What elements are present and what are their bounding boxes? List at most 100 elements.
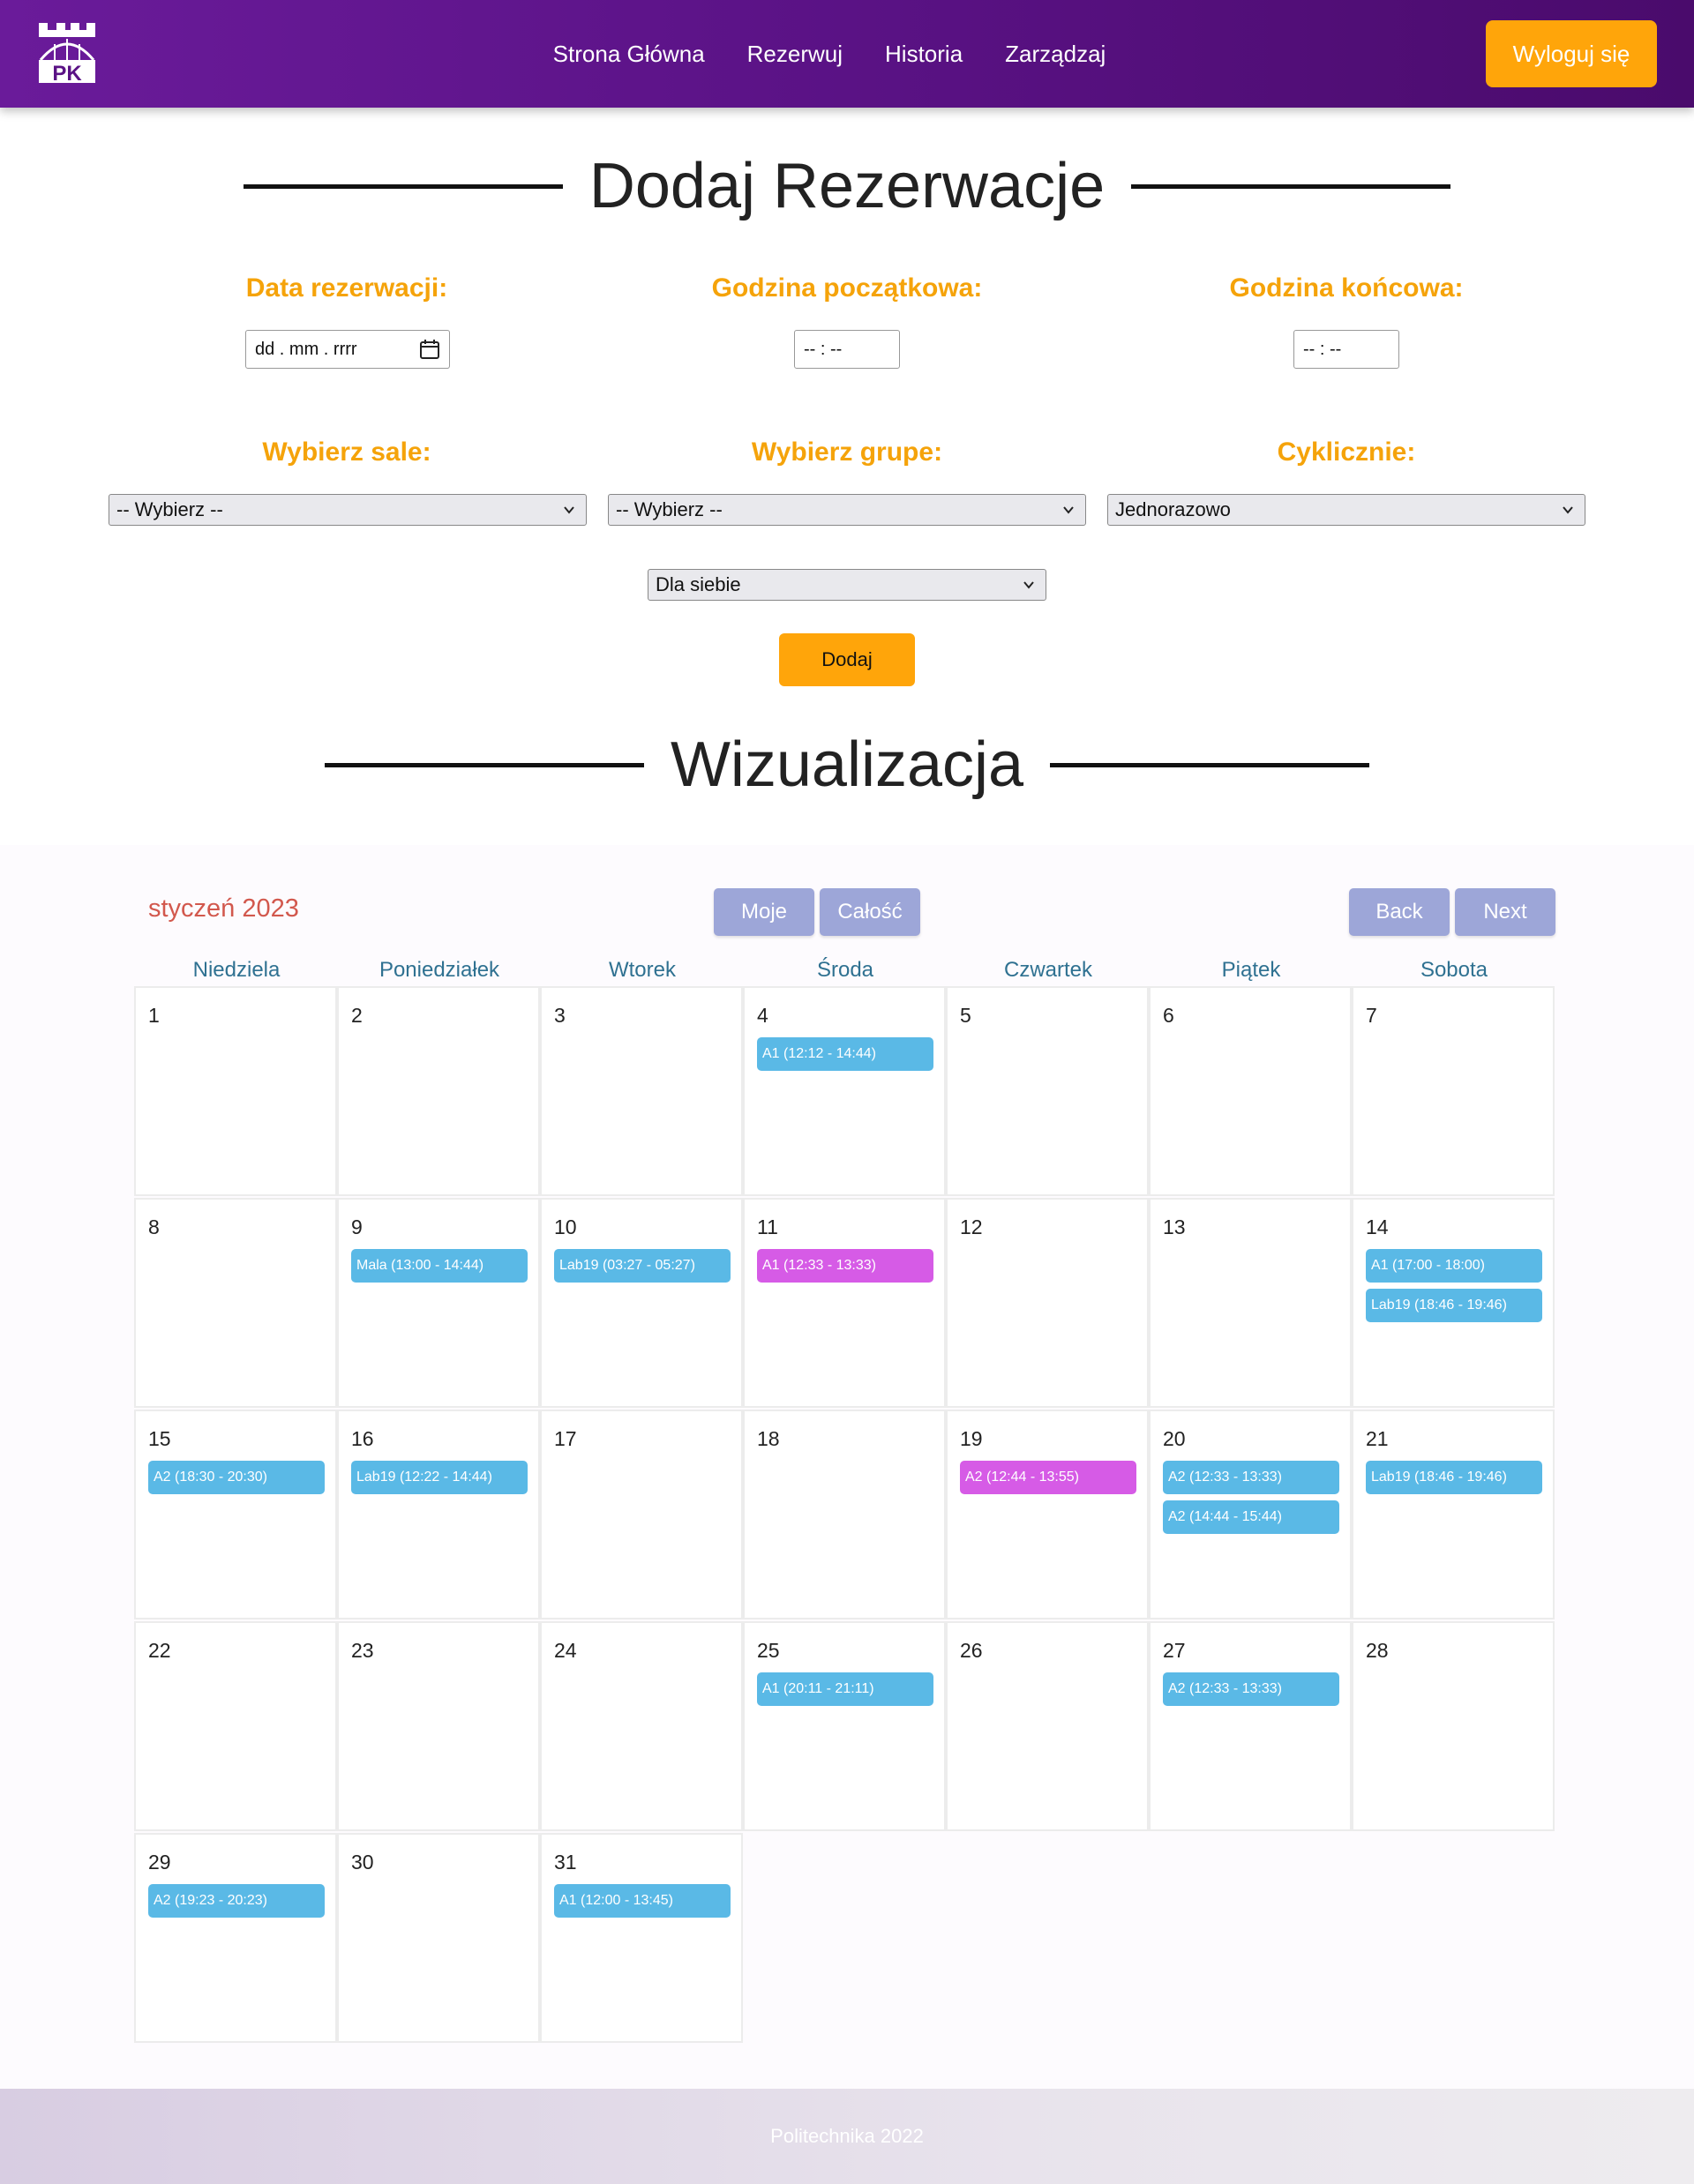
start-time-label: Godzina początkowa: [711,273,983,303]
start-time-input[interactable]: -- : -- [794,330,900,369]
weekday-header: Czwartek [1003,958,1093,982]
navbar: PK Strona Główna Rezerwuj Historia Zarzą… [0,0,1694,108]
calendar-day-cell[interactable]: 2 [337,986,540,1196]
calendar-event[interactable]: A1 (17:00 - 18:00) [1366,1249,1542,1283]
day-number: 11 [757,1215,778,1238]
date-input[interactable]: dd . mm . rrrr [245,330,450,369]
calendar-event[interactable]: A1 (12:12 - 14:44) [757,1037,933,1071]
filter-mine-button[interactable]: Moje [714,888,814,936]
calendar-day-cell[interactable]: 8 [134,1198,337,1408]
calendar-day-cell[interactable]: 31 A1 (12:00 - 13:45) [540,1833,743,2043]
filter-all-button[interactable]: Całość [820,888,920,936]
day-number: 5 [960,1004,971,1027]
calendar-day-cell[interactable]: 7 [1352,986,1555,1196]
day-number: 17 [554,1427,577,1450]
add-reservation-button[interactable]: Dodaj [779,633,915,686]
calendar-day-cell[interactable]: 6 [1149,986,1352,1196]
day-number: 10 [554,1215,577,1238]
logout-button[interactable]: Wyloguj się [1486,20,1657,87]
calendar-event[interactable]: Lab19 (03:27 - 05:27) [554,1249,731,1283]
calendar-day-cell[interactable]: 1 [134,986,337,1196]
calendar-day-cell[interactable]: 16 Lab19 (12:22 - 14:44) [337,1410,540,1619]
nav-link-manage[interactable]: Zarządzaj [1005,41,1106,68]
calendar-day-cell[interactable]: 20 A2 (12:33 - 13:33) A2 (14:44 - 15:44) [1149,1410,1352,1619]
day-number: 3 [554,1004,566,1027]
calendar-day-cell[interactable]: 4 A1 (12:12 - 14:44) [743,986,946,1196]
form-section-title: Dodaj Rezerwacje [0,150,1694,222]
day-number: 7 [1366,1004,1377,1027]
footer-text: Politechnika 2022 [770,2125,924,2147]
calendar-event[interactable]: Mala (13:00 - 14:44) [351,1249,528,1283]
cyclic-select[interactable]: Jednorazowo [1107,494,1585,526]
calendar-event[interactable]: A2 (12:33 - 13:33) [1163,1672,1339,1706]
room-select[interactable]: -- Wybierz -- [109,494,587,526]
weekday-header: Środa [816,958,874,982]
nav-link-home[interactable]: Strona Główna [553,41,705,68]
calendar-day-cell[interactable]: 26 [946,1621,1149,1831]
chevron-down-icon [1563,506,1573,514]
calendar-icon[interactable] [419,339,440,360]
day-number: 19 [960,1427,983,1450]
calendar-day-cell[interactable]: 17 [540,1410,743,1619]
calendar-day-cell[interactable]: 18 [743,1410,946,1619]
weekday-header: Niedziela [192,958,281,982]
calendar-day-cell[interactable]: 25 A1 (20:11 - 21:11) [743,1621,946,1831]
end-time-value: -- : -- [1303,339,1342,359]
day-number: 15 [148,1427,171,1450]
calendar-event[interactable]: A2 (19:23 - 20:23) [148,1884,325,1918]
calendar-day-cell[interactable]: 10 Lab19 (03:27 - 05:27) [540,1198,743,1408]
calendar-day-cell[interactable]: 14 A1 (17:00 - 18:00) Lab19 (18:46 - 19:46… [1352,1198,1555,1408]
calendar-day-cell[interactable]: 27 A2 (12:33 - 13:33) [1149,1621,1352,1831]
calendar-event[interactable]: A2 (12:33 - 13:33) [1163,1461,1339,1494]
calendar-day-cell[interactable]: 15 A2 (18:30 - 20:30) [134,1410,337,1619]
weekday-header: Sobota [1420,958,1488,982]
calendar-day-cell[interactable]: 9 Mala (13:00 - 14:44) [337,1198,540,1408]
group-label: Wybierz grupe: [751,438,943,467]
nav-link-reserve[interactable]: Rezerwuj [747,41,843,68]
calendar-day-cell[interactable]: 21 Lab19 (18:46 - 19:46) [1352,1410,1555,1619]
cyclic-select-value: Jednorazowo [1115,498,1231,520]
calendar-day-cell[interactable]: 30 [337,1833,540,2043]
calendar-event[interactable]: A2 (12:44 - 13:55) [960,1461,1136,1494]
calendar-day-cell[interactable]: 23 [337,1621,540,1831]
day-number: 23 [351,1639,374,1662]
calendar-day-cell[interactable]: 13 [1149,1198,1352,1408]
calendar-event[interactable]: A1 (12:00 - 13:45) [554,1884,731,1918]
calendar-event[interactable]: A2 (18:30 - 20:30) [148,1461,325,1494]
calendar-day-cell[interactable]: 11 A1 (12:33 - 13:33) [743,1198,946,1408]
calendar-day-cell[interactable]: 29 A2 (19:23 - 20:23) [134,1833,337,2043]
chevron-down-icon [564,506,574,514]
calendar-event[interactable]: A1 (12:33 - 13:33) [757,1249,933,1283]
group-select[interactable]: -- Wybierz -- [608,494,1086,526]
calendar-day-cell[interactable]: 24 [540,1621,743,1831]
next-month-button[interactable]: Next [1455,888,1555,936]
for-whom-select[interactable]: Dla siebie [648,569,1046,601]
viz-section-title: Wizualizacja [0,729,1694,801]
nav-link-history[interactable]: Historia [885,41,963,68]
calendar-day-cell[interactable]: 5 [946,986,1149,1196]
calendar-day-cell[interactable]: 28 [1352,1621,1555,1831]
calendar-day-cell[interactable]: 12 [946,1198,1149,1408]
calendar-event[interactable]: Lab19 (18:46 - 19:46) [1366,1289,1542,1322]
day-number: 22 [148,1639,171,1662]
day-number: 2 [351,1004,363,1027]
calendar-day-cell[interactable]: 3 [540,986,743,1196]
viz-title: Wizualizacja [670,729,1024,800]
calendar-day-cell[interactable]: 19 A2 (12:44 - 13:55) [946,1410,1149,1619]
calendar-event[interactable]: A1 (20:11 - 21:11) [757,1672,933,1706]
chevron-down-icon [1023,581,1034,589]
prev-month-button[interactable]: Back [1349,888,1450,936]
room-label: Wybierz sale: [262,438,431,467]
day-number: 8 [148,1215,160,1238]
date-input-value: dd . mm . rrrr [255,339,357,359]
end-time-input[interactable]: -- : -- [1293,330,1399,369]
calendar-event[interactable]: A2 (14:44 - 15:44) [1163,1500,1339,1534]
calendar-day-cell[interactable]: 22 [134,1621,337,1831]
weekday-header: Piątek [1221,958,1281,982]
calendar-event[interactable]: Lab19 (18:46 - 19:46) [1366,1461,1542,1494]
weekday-header: Poniedziałek [379,958,500,982]
day-number: 4 [757,1004,768,1027]
calendar-event[interactable]: Lab19 (12:22 - 14:44) [351,1461,528,1494]
date-label: Data rezerwacji: [245,273,448,303]
day-number: 21 [1366,1427,1389,1450]
